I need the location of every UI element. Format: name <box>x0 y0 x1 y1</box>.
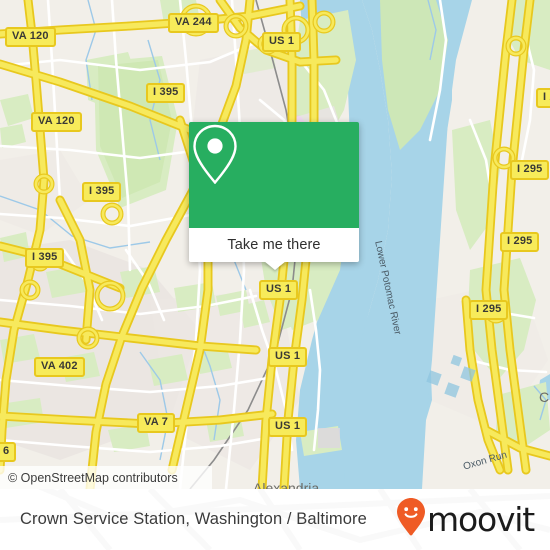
location-popup-card[interactable]: Take me there <box>189 122 359 270</box>
road-shield: I 295 <box>510 160 550 180</box>
road-shield: I 395 <box>146 83 186 103</box>
popup-card-tail <box>264 261 286 270</box>
moovit-logo[interactable]: moovit <box>396 497 550 542</box>
place-label: Alexandria <box>253 480 320 489</box>
road-shield: VA 120 <box>31 112 82 132</box>
road-shield: US 1 <box>259 280 299 300</box>
map-attribution[interactable]: © OpenStreetMap contributors <box>0 466 212 489</box>
road-shield: I 395 <box>82 182 122 202</box>
road-shield: VA 7 <box>137 413 176 433</box>
footer-bar: Crown Service Station, Washington / Balt… <box>0 489 550 550</box>
road-shield: 6 <box>0 442 17 462</box>
road-shield: VA 402 <box>34 357 85 377</box>
attribution-text: © OpenStreetMap contributors <box>8 470 178 485</box>
moovit-wordmark: moovit <box>427 500 535 539</box>
road-shield: I 395 <box>25 248 65 268</box>
road-shield: US 1 <box>262 32 302 52</box>
popup-card-image-area <box>189 122 359 228</box>
road-shield: VA 244 <box>168 13 219 33</box>
place-label: C <box>539 389 550 405</box>
map-canvas[interactable]: VA 120 VA 244 US 1 I 395 VA 120 I 395 I 295 I 3… <box>0 0 550 489</box>
road-shield: US 1 <box>268 347 308 367</box>
road-shield: US 1 <box>268 417 308 437</box>
road-shield: I 295 <box>469 300 509 320</box>
take-me-there-label: Take me there <box>227 237 321 253</box>
page-title: Crown Service Station, Washington / Balt… <box>20 510 367 528</box>
moovit-map-screenshot: VA 120 VA 244 US 1 I 395 VA 120 I 395 I 295 I 3… <box>0 0 550 550</box>
moovit-pin-smiley-icon <box>396 497 426 542</box>
road-shield: I 295 <box>500 232 540 252</box>
take-me-there-button[interactable]: Take me there <box>189 228 359 262</box>
road-shield: I 295 <box>536 88 550 108</box>
road-shield: VA 120 <box>5 27 56 47</box>
